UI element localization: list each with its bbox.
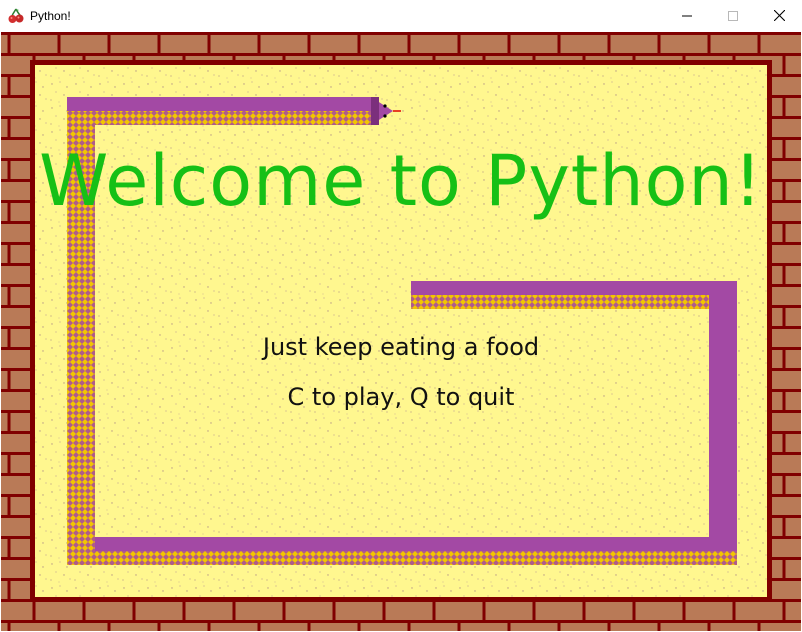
welcome-title: Welcome to Python!: [39, 140, 763, 222]
maximize-button[interactable]: [710, 0, 756, 31]
close-button[interactable]: [756, 0, 802, 31]
subtitle-text: Just keep eating a food: [262, 333, 540, 361]
instructions-text: C to play, Q to quit: [287, 383, 515, 411]
window-title: Python!: [30, 9, 71, 23]
cherry-icon: [8, 8, 24, 23]
minimize-button[interactable]: [664, 0, 710, 31]
game-canvas[interactable]: Welcome to Python! Just keep eating a fo…: [1, 32, 801, 631]
window-titlebar: Python!: [0, 0, 802, 33]
maximize-icon: [728, 10, 738, 21]
close-icon: [773, 10, 785, 21]
minimize-icon: [682, 15, 692, 16]
